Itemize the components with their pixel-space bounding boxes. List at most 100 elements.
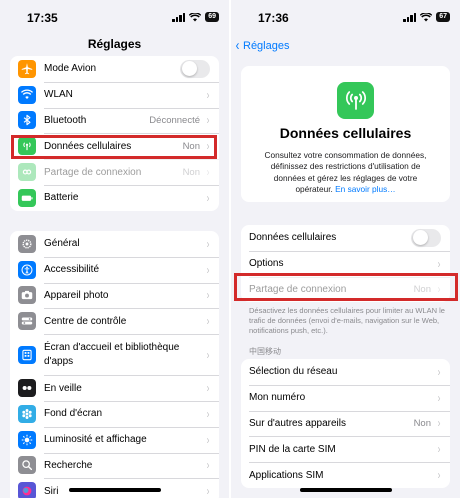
chevron-right-icon: › (437, 442, 441, 457)
row-label: Sur d'autres appareils (249, 417, 346, 429)
chevron-right-icon: › (206, 432, 210, 447)
chevron-right-icon: › (437, 390, 441, 405)
row-value: Déconnecté (149, 114, 200, 126)
chevron-right-icon: › (206, 139, 210, 154)
chevron-right-icon: › (437, 416, 441, 431)
settings-row-donnees-cellulaires[interactable]: Données cellulaires Non › (10, 133, 219, 159)
battery-icon (18, 188, 36, 207)
settings-row-en-veille[interactable]: En veille › (10, 375, 219, 401)
settings-row-partage-de-connexion[interactable]: Partage de connexion Non › (241, 276, 450, 303)
wifi-status-icon (420, 12, 433, 21)
settings-row-selection-du-reseau[interactable]: Sélection du réseau › (241, 359, 450, 385)
row-label: Applications SIM (249, 469, 324, 481)
chevron-right-icon: › (206, 458, 210, 473)
row-value: Non (413, 283, 431, 295)
battery-indicator: 67 (436, 12, 450, 22)
row-label: Données cellulaires (44, 140, 132, 152)
brightness-icon (18, 430, 36, 449)
settings-row-centre-de-controle[interactable]: Centre de contrôle › (10, 308, 219, 334)
row-label: PIN de la carte SIM (249, 443, 336, 455)
chevron-right-icon: › (206, 406, 210, 421)
back-label: Réglages (243, 39, 290, 52)
status-time: 17:35 (27, 11, 58, 25)
row-value: Non (413, 417, 431, 429)
antenna-icon (18, 137, 36, 156)
chevron-right-icon: › (206, 113, 210, 128)
settings-row-general[interactable]: Général › (10, 231, 219, 257)
row-value: Non (182, 166, 200, 178)
hero-description: Consultez votre consommation de données,… (255, 150, 436, 196)
toggle-switch[interactable] (180, 59, 210, 78)
chevron-right-icon: › (206, 165, 210, 180)
chevron-right-icon: › (437, 282, 441, 297)
chevron-right-icon: › (437, 468, 441, 483)
settings-row-appareil-photo[interactable]: Appareil photo › (10, 282, 219, 309)
row-label: Recherche (44, 459, 93, 471)
learn-more-link[interactable]: En savoir plus… (335, 184, 395, 194)
settings-row-applications-sim[interactable]: Applications SIM › (241, 462, 450, 488)
wifi-status-icon (189, 12, 202, 21)
cellular-footnote: Désactivez les données cellulaires pour … (249, 306, 445, 336)
chevron-right-icon: › (206, 381, 210, 396)
wifi-icon (18, 85, 36, 104)
settings-row-options[interactable]: Options › (241, 250, 450, 277)
chevron-right-icon: › (206, 262, 210, 277)
row-label: Sélection du réseau (249, 366, 338, 378)
settings-row-luminosite-et-affichage[interactable]: Luminosité et affichage › (10, 426, 219, 453)
battery-indicator: 69 (205, 12, 219, 22)
chevron-right-icon: › (206, 314, 210, 329)
bluetooth-icon (18, 111, 36, 130)
accessibility-icon (18, 260, 36, 279)
signal-icon (403, 12, 417, 22)
chevron-right-icon: › (206, 190, 210, 205)
row-label: Mode Avion (44, 63, 97, 75)
settings-row-batterie[interactable]: Batterie › (10, 184, 219, 211)
settings-row-mode-avion[interactable]: Mode Avion (10, 56, 219, 82)
settings-row-pin-de-la-carte-sim[interactable]: PIN de la carte SIM › (241, 436, 450, 462)
signal-icon (172, 12, 186, 22)
carrier-section-header: 中国移动 (249, 347, 281, 356)
settings-row-fond-d-ecran[interactable]: Fond d'écran › (10, 400, 219, 427)
antenna-icon (337, 82, 374, 119)
settings-row-mon-numero[interactable]: Mon numéro › (241, 384, 450, 411)
row-value: Non (182, 140, 200, 152)
chevron-right-icon: › (437, 256, 441, 271)
row-label: Bluetooth (44, 114, 87, 126)
row-label: Général (44, 238, 80, 250)
row-label: WLAN (44, 89, 73, 101)
row-label: Fond d'écran (44, 408, 103, 420)
settings-row-accessibilite[interactable]: Accessibilité › (10, 256, 219, 283)
siri-icon (18, 482, 36, 498)
wallpaper-icon (18, 404, 36, 423)
general-group: Général › Accessibilité › Appareil photo › Cen… (10, 231, 219, 498)
row-label: Batterie (44, 192, 79, 204)
settings-row-ecran-d-accueil-et-bibliotheque-d-apps[interactable]: Écran d'accueil et bibliothèque d'apps › (10, 334, 219, 375)
settings-row-wlan[interactable]: WLAN › (10, 81, 219, 108)
row-label: Luminosité et affichage (44, 434, 147, 446)
row-label: Partage de connexion (44, 166, 142, 178)
row-label: Mon numéro (249, 392, 306, 404)
home-indicator (300, 488, 392, 492)
status-bar: 17:36 67 (231, 0, 460, 32)
control-center-icon (18, 312, 36, 331)
airplane-icon (18, 59, 36, 78)
chevron-right-icon: › (206, 288, 210, 303)
carrier-group: Sélection du réseau › Mon numéro › Sur d'aut… (241, 359, 450, 488)
home-indicator (69, 488, 161, 492)
settings-row-sur-d-autres-appareils[interactable]: Sur d'autres appareils Non › (241, 410, 450, 437)
settings-row-donnees-cellulaires[interactable]: Données cellulaires (241, 225, 450, 251)
settings-row-bluetooth[interactable]: Bluetooth Déconnecté › (10, 107, 219, 134)
connectivity-group: Mode Avion WLAN › Bluetooth Déconnecté › Donné… (10, 56, 219, 211)
row-label: Centre de contrôle (44, 315, 127, 327)
page-title: Réglages (87, 37, 142, 51)
toggle-switch[interactable] (411, 228, 441, 247)
settings-row-recherche[interactable]: Recherche › (10, 452, 219, 479)
back-button[interactable]: ‹ Réglages (235, 37, 290, 54)
row-label: Accessibilité (44, 264, 100, 276)
chevron-right-icon: › (437, 364, 441, 379)
row-label: Options (249, 258, 284, 270)
settings-row-partage-de-connexion[interactable]: Partage de connexion Non › (10, 159, 219, 185)
chevron-right-icon: › (206, 484, 210, 498)
chevron-left-icon: ‹ (235, 37, 240, 54)
cellular-info-card: Données cellulaires Consultez votre cons… (241, 66, 450, 202)
